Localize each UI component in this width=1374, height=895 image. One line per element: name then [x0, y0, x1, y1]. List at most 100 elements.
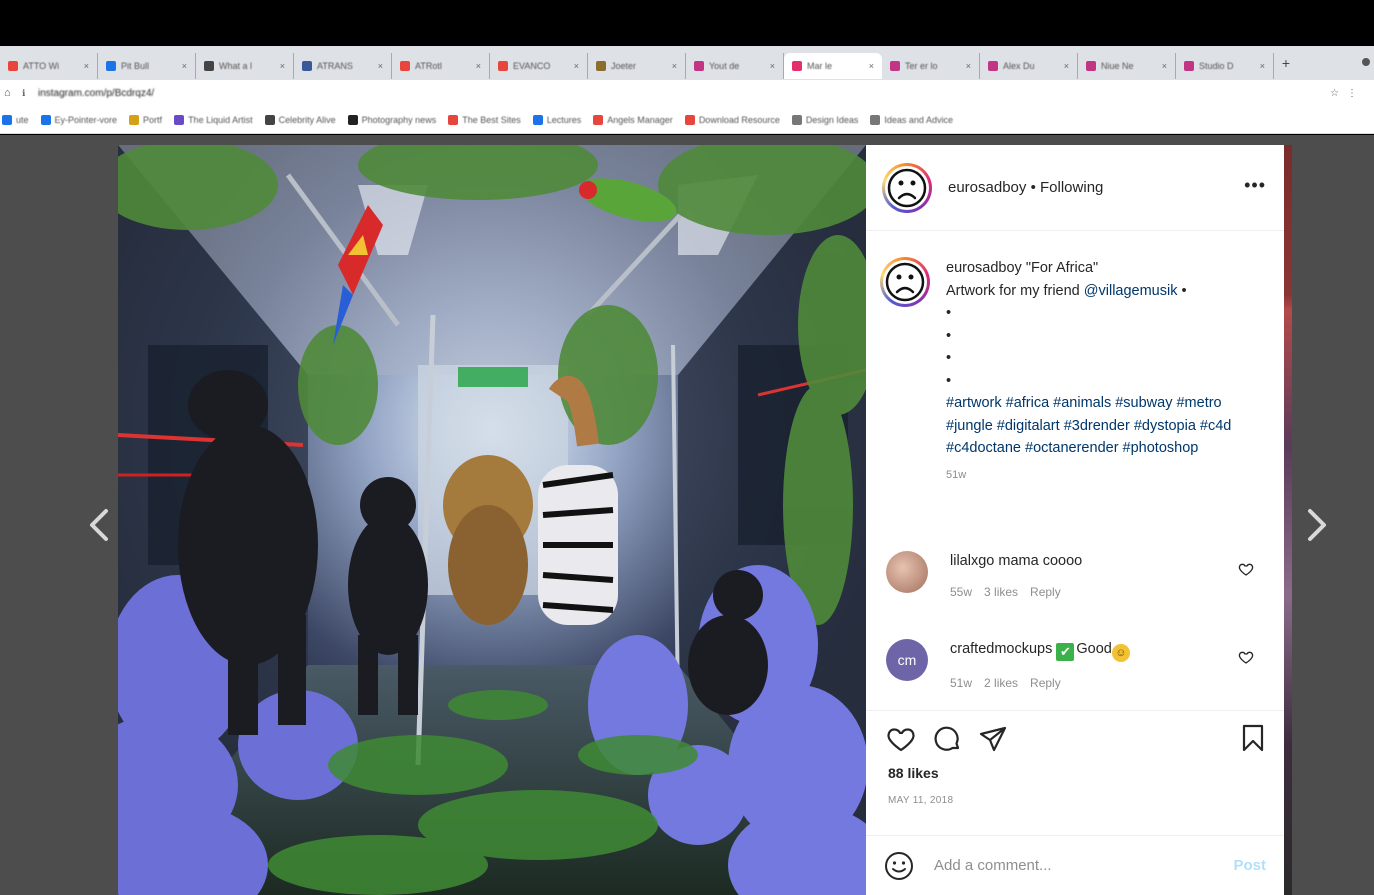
- post-actions: 88 likes MAY 11, 2018: [866, 710, 1284, 806]
- tab-close-icon[interactable]: ×: [1162, 61, 1167, 71]
- new-tab-button[interactable]: +: [1274, 55, 1298, 71]
- browser-tab[interactable]: Joeter ×: [588, 53, 686, 79]
- post-details-panel: eurosadboy • Following ••• eurosadboy "F…: [866, 145, 1284, 895]
- comment-age: 51w: [950, 676, 973, 690]
- bookmark-item[interactable]: Photography news: [347, 114, 436, 125]
- caption-dot: •: [946, 372, 952, 389]
- browser-tab[interactable]: Yout de ×: [686, 53, 784, 79]
- emoji-picker-icon[interactable]: [884, 851, 914, 881]
- bookmark-label: Celebrity Alive: [278, 114, 336, 125]
- tab-close-icon[interactable]: ×: [84, 61, 89, 71]
- tab-favicon-icon: [302, 61, 312, 71]
- bookmark-item[interactable]: Design Ideas: [791, 114, 858, 125]
- following-status[interactable]: Following: [1040, 179, 1103, 196]
- bookmark-label: Ey-Pointer-vore: [54, 114, 118, 125]
- bookmark-item[interactable]: Portf: [129, 114, 162, 125]
- browser-tab[interactable]: Pit Bull ×: [98, 53, 196, 79]
- comment-likes[interactable]: 2 likes: [984, 676, 1018, 690]
- url-text[interactable]: instagram.com/p/Bcdrqz4/: [38, 88, 1330, 99]
- tab-favicon-icon: [498, 61, 508, 71]
- tab-favicon-icon: [106, 61, 116, 71]
- caption-mention-link[interactable]: @villagemusik: [1084, 283, 1178, 299]
- browser-tab[interactable]: EVANCO ×: [490, 53, 588, 79]
- bookmark-item[interactable]: Angels Manager: [593, 114, 673, 125]
- bookmark-item[interactable]: Lectures: [532, 114, 581, 125]
- comment-bubble-icon[interactable]: [932, 724, 962, 754]
- tab-title: Mar le: [807, 61, 833, 71]
- tab-title: Yout de: [709, 61, 740, 71]
- tab-title: EVANCO: [513, 61, 551, 71]
- comment-age: 55w: [950, 585, 973, 599]
- save-bookmark-icon[interactable]: [1238, 723, 1268, 753]
- site-info-icon[interactable]: ℹ: [22, 88, 38, 99]
- commenter-username[interactable]: lilalxgo: [950, 553, 994, 569]
- comment-reply-button[interactable]: Reply: [1030, 676, 1061, 690]
- browser-tab[interactable]: Studio D ×: [1176, 53, 1274, 79]
- tab-close-icon[interactable]: ×: [476, 61, 481, 71]
- bookmark-item[interactable]: The Liquid Artist: [174, 114, 253, 125]
- browser-tab[interactable]: ATRotl ×: [392, 53, 490, 79]
- browser-tab[interactable]: Niue Ne ×: [1078, 53, 1176, 79]
- comment-like-heart-icon[interactable]: [1238, 649, 1254, 665]
- post-caption: eurosadboy "For Africa" Artwork for my f…: [880, 257, 1270, 486]
- comment-like-heart-icon[interactable]: [1238, 561, 1254, 577]
- bookmark-label: The Liquid Artist: [188, 114, 253, 125]
- author-username[interactable]: eurosadboy: [948, 179, 1026, 196]
- browser-tab[interactable]: Alex Du ×: [980, 53, 1078, 79]
- post-image[interactable]: [118, 145, 866, 895]
- tab-title: What a l: [219, 61, 253, 71]
- tab-close-icon[interactable]: ×: [1260, 61, 1265, 71]
- tab-close-icon[interactable]: ×: [378, 61, 383, 71]
- caption-prefix: Artwork for my friend: [946, 282, 1080, 299]
- more-options-button[interactable]: •••: [1244, 175, 1266, 196]
- tab-close-icon[interactable]: ×: [869, 61, 874, 71]
- like-heart-icon[interactable]: [886, 724, 916, 754]
- caption-line2: Artwork for my friend @villagemusik •: [946, 280, 1266, 303]
- likes-count[interactable]: 88 likes: [866, 765, 1284, 781]
- smiling-face-emoji-icon: ☺: [1111, 644, 1130, 662]
- tab-title: ATRotl: [415, 61, 442, 71]
- commenter-avatar[interactable]: [886, 551, 928, 593]
- bookmark-item[interactable]: Ey-Pointer-vore: [40, 114, 118, 125]
- tab-close-icon[interactable]: ×: [182, 61, 187, 71]
- browser-tab[interactable]: Mar le ×: [784, 53, 882, 79]
- browser-tab[interactable]: ATTO Wi ×: [0, 53, 98, 79]
- browser-tab[interactable]: What a l ×: [196, 53, 294, 79]
- browser-tab[interactable]: Ter er lo ×: [882, 53, 980, 79]
- caption-avatar[interactable]: [880, 257, 930, 307]
- caption-hashtags[interactable]: #artwork #africa #animals #subway #metro…: [946, 395, 1231, 456]
- tab-close-icon[interactable]: ×: [966, 61, 971, 71]
- bookmark-item[interactable]: ute: [2, 114, 29, 125]
- caption-username[interactable]: eurosadboy: [946, 260, 1022, 276]
- bookmark-star-icon[interactable]: ☆⋮: [1330, 88, 1374, 99]
- bookmark-favicon-icon: [264, 114, 275, 125]
- bookmark-item[interactable]: Celebrity Alive: [264, 114, 336, 125]
- tab-close-icon[interactable]: ×: [1064, 61, 1069, 71]
- next-post-button[interactable]: [1302, 505, 1332, 545]
- tab-favicon-icon: [400, 61, 410, 71]
- bookmark-favicon-icon: [174, 114, 185, 125]
- post-comment-button[interactable]: Post: [1233, 857, 1266, 874]
- browser-tab[interactable]: ATRANS ×: [294, 53, 392, 79]
- window-control-icon[interactable]: [1362, 58, 1370, 66]
- comment-reply-button[interactable]: Reply: [1030, 585, 1061, 599]
- tab-close-icon[interactable]: ×: [672, 61, 677, 71]
- comment-likes[interactable]: 3 likes: [984, 585, 1018, 599]
- home-icon[interactable]: ⌂: [4, 87, 22, 99]
- bookmark-item[interactable]: Ideas and Advice: [870, 114, 953, 125]
- commenter-avatar[interactable]: cm: [886, 639, 928, 681]
- caption-title-line: eurosadboy "For Africa": [946, 257, 1266, 280]
- tab-favicon-icon: [1184, 61, 1194, 71]
- add-comment-input[interactable]: [934, 857, 1234, 874]
- bookmark-item[interactable]: Download Resource: [684, 114, 780, 125]
- bookmark-label: ute: [16, 114, 29, 125]
- bookmark-label: Ideas and Advice: [884, 114, 953, 125]
- tab-close-icon[interactable]: ×: [280, 61, 285, 71]
- commenter-username[interactable]: craftedmockups: [950, 641, 1052, 657]
- author-avatar[interactable]: [882, 162, 932, 213]
- tab-close-icon[interactable]: ×: [770, 61, 775, 71]
- previous-post-button[interactable]: [84, 505, 114, 545]
- bookmark-item[interactable]: The Best Sites: [448, 114, 521, 125]
- share-paper-plane-icon[interactable]: [978, 724, 1008, 754]
- tab-close-icon[interactable]: ×: [574, 61, 579, 71]
